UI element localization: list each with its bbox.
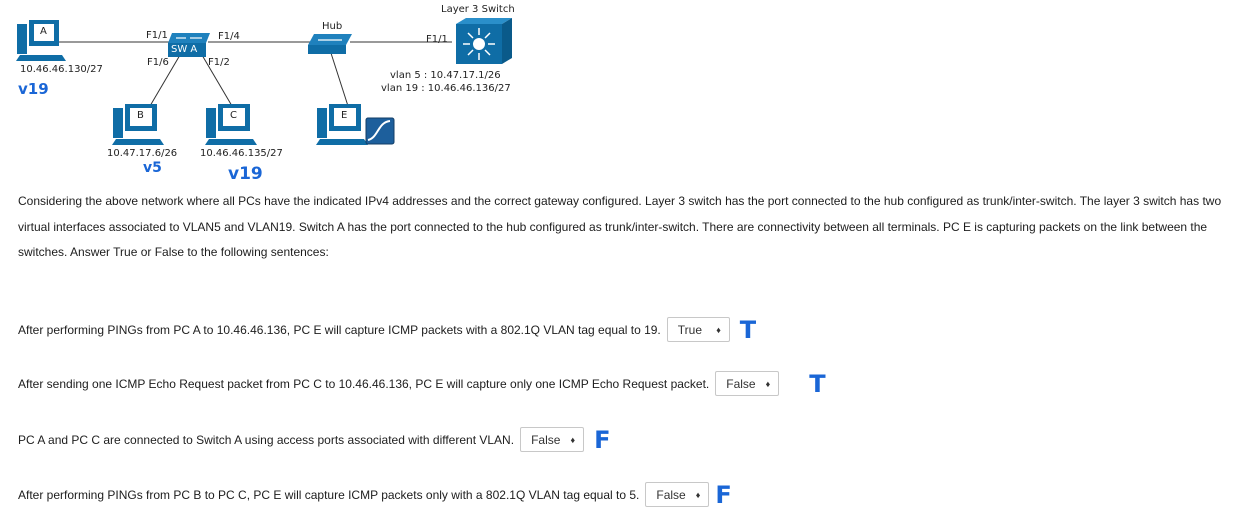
- layer3-switch-icon: [456, 18, 512, 64]
- hub-icon: [308, 34, 352, 54]
- port-f1-2: F1/2: [208, 57, 230, 68]
- select-value: False: [726, 376, 756, 391]
- answer-select[interactable]: True ♦: [666, 317, 730, 342]
- hub-label: Hub: [322, 21, 343, 32]
- answer-select[interactable]: False ♦: [520, 427, 585, 452]
- select-caret-icon: ♦: [716, 324, 721, 335]
- pc-c-ip: 10.46.46.135/27: [200, 148, 283, 159]
- handwritten-vlan-a: v19: [18, 80, 49, 98]
- layer3-switch-label: Layer 3 Switch: [441, 4, 515, 15]
- vlan19-interface: vlan 19 : 10.46.46.136/27: [381, 83, 511, 94]
- answer-select[interactable]: False ♦: [645, 482, 710, 507]
- handwritten-answer: F: [715, 480, 732, 509]
- vlan5-interface: vlan 5 : 10.47.17.1/26: [390, 70, 501, 81]
- question-intro: Considering the above network where all …: [18, 194, 1222, 259]
- handwritten-vlan-b: v5: [143, 160, 162, 176]
- switch-a-label: SW A: [171, 44, 198, 55]
- link-hub-e: [329, 49, 349, 107]
- pc-a-ip: 10.46.46.130/27: [20, 64, 103, 75]
- statement-row: After sending one ICMP Echo Request pack…: [18, 371, 826, 396]
- port-f1-6: F1/6: [147, 57, 169, 68]
- port-f1-1-l3: F1/1: [426, 34, 448, 45]
- network-diagram: [16, 18, 512, 145]
- statement-row: After performing PINGs from PC B to PC C…: [18, 482, 732, 507]
- statement-text: PC A and PC C are connected to Switch A …: [18, 432, 515, 447]
- statement-row: PC A and PC C are connected to Switch A …: [18, 427, 610, 452]
- statement-text: After performing PINGs from PC B to PC C…: [18, 487, 640, 502]
- select-value: True: [677, 322, 703, 337]
- select-value: False: [531, 432, 561, 447]
- pc-e-letter: E: [341, 110, 348, 121]
- pc-c-letter: C: [230, 110, 237, 121]
- select-caret-icon: ♦: [765, 378, 771, 389]
- handwritten-answer: T: [809, 369, 826, 398]
- handwritten-vlan-c: v19: [228, 164, 263, 184]
- pc-b-ip: 10.47.17.6/26: [107, 148, 178, 159]
- statement-row: After performing PINGs from PC A to 10.4…: [18, 317, 756, 342]
- port-f1-1-swa: F1/1: [146, 30, 168, 41]
- answer-select[interactable]: False ♦: [715, 371, 780, 396]
- select-value: False: [656, 487, 686, 502]
- port-f1-4: F1/4: [218, 31, 240, 42]
- pc-a-letter: A: [40, 26, 47, 37]
- statement-text: After performing PINGs from PC A to 10.4…: [18, 322, 661, 337]
- wireshark-icon: [365, 117, 395, 145]
- handwritten-answer: T: [739, 315, 757, 344]
- pc-b-letter: B: [137, 110, 144, 121]
- handwritten-answer: F: [594, 425, 611, 454]
- select-caret-icon: ♦: [695, 489, 701, 500]
- statement-text: After sending one ICMP Echo Request pack…: [18, 376, 710, 391]
- select-caret-icon: ♦: [570, 434, 576, 445]
